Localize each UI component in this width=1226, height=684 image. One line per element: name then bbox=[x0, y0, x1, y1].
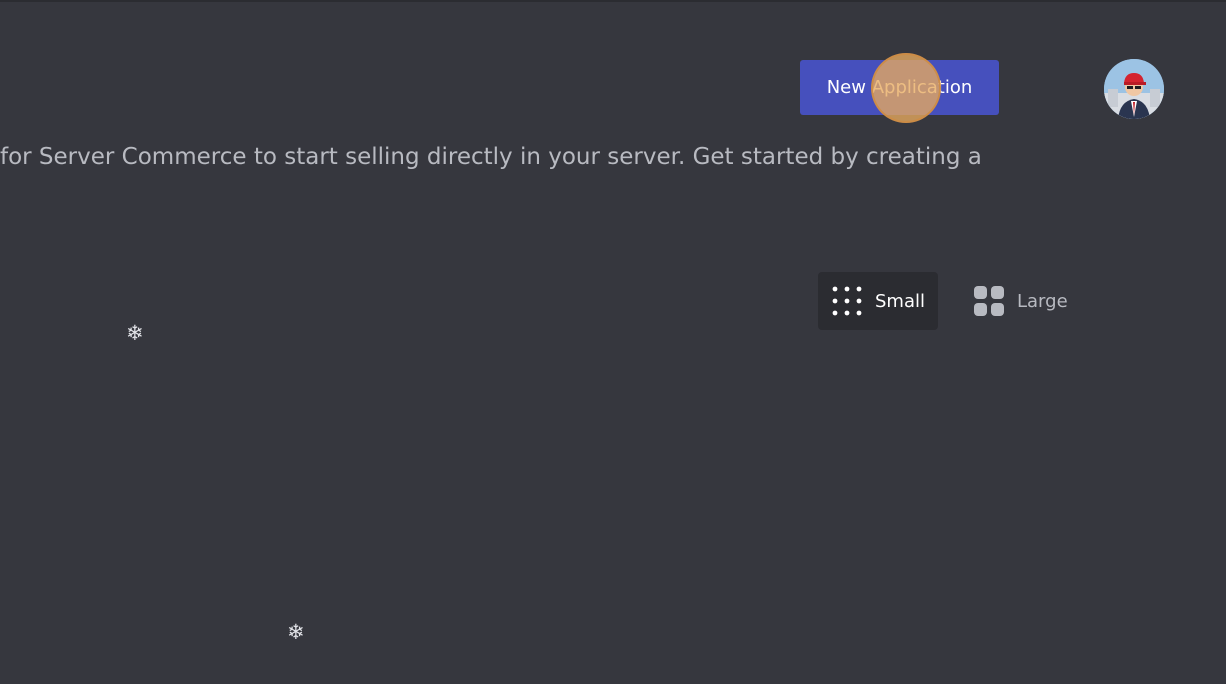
snowflake-icon: ❄ bbox=[287, 620, 305, 644]
grid-large-icon bbox=[974, 286, 1004, 316]
new-application-button[interactable]: New Application bbox=[800, 60, 999, 115]
grid-small-icon bbox=[832, 286, 862, 316]
view-toggle-small[interactable]: Small bbox=[818, 272, 938, 330]
view-toggle-large[interactable]: Large bbox=[958, 272, 1083, 330]
avatar-icon bbox=[1104, 59, 1164, 119]
page-description: for Server Commerce to start selling dir… bbox=[0, 144, 982, 170]
top-divider bbox=[0, 0, 1226, 2]
view-toggle-small-label: Small bbox=[875, 290, 925, 312]
user-avatar[interactable] bbox=[1104, 59, 1164, 119]
view-toggle-large-label: Large bbox=[1017, 290, 1068, 312]
snowflake-icon: ❄ bbox=[126, 321, 144, 345]
developer-portal-applications-page: New Application for Server Commerce to s… bbox=[0, 0, 1226, 684]
